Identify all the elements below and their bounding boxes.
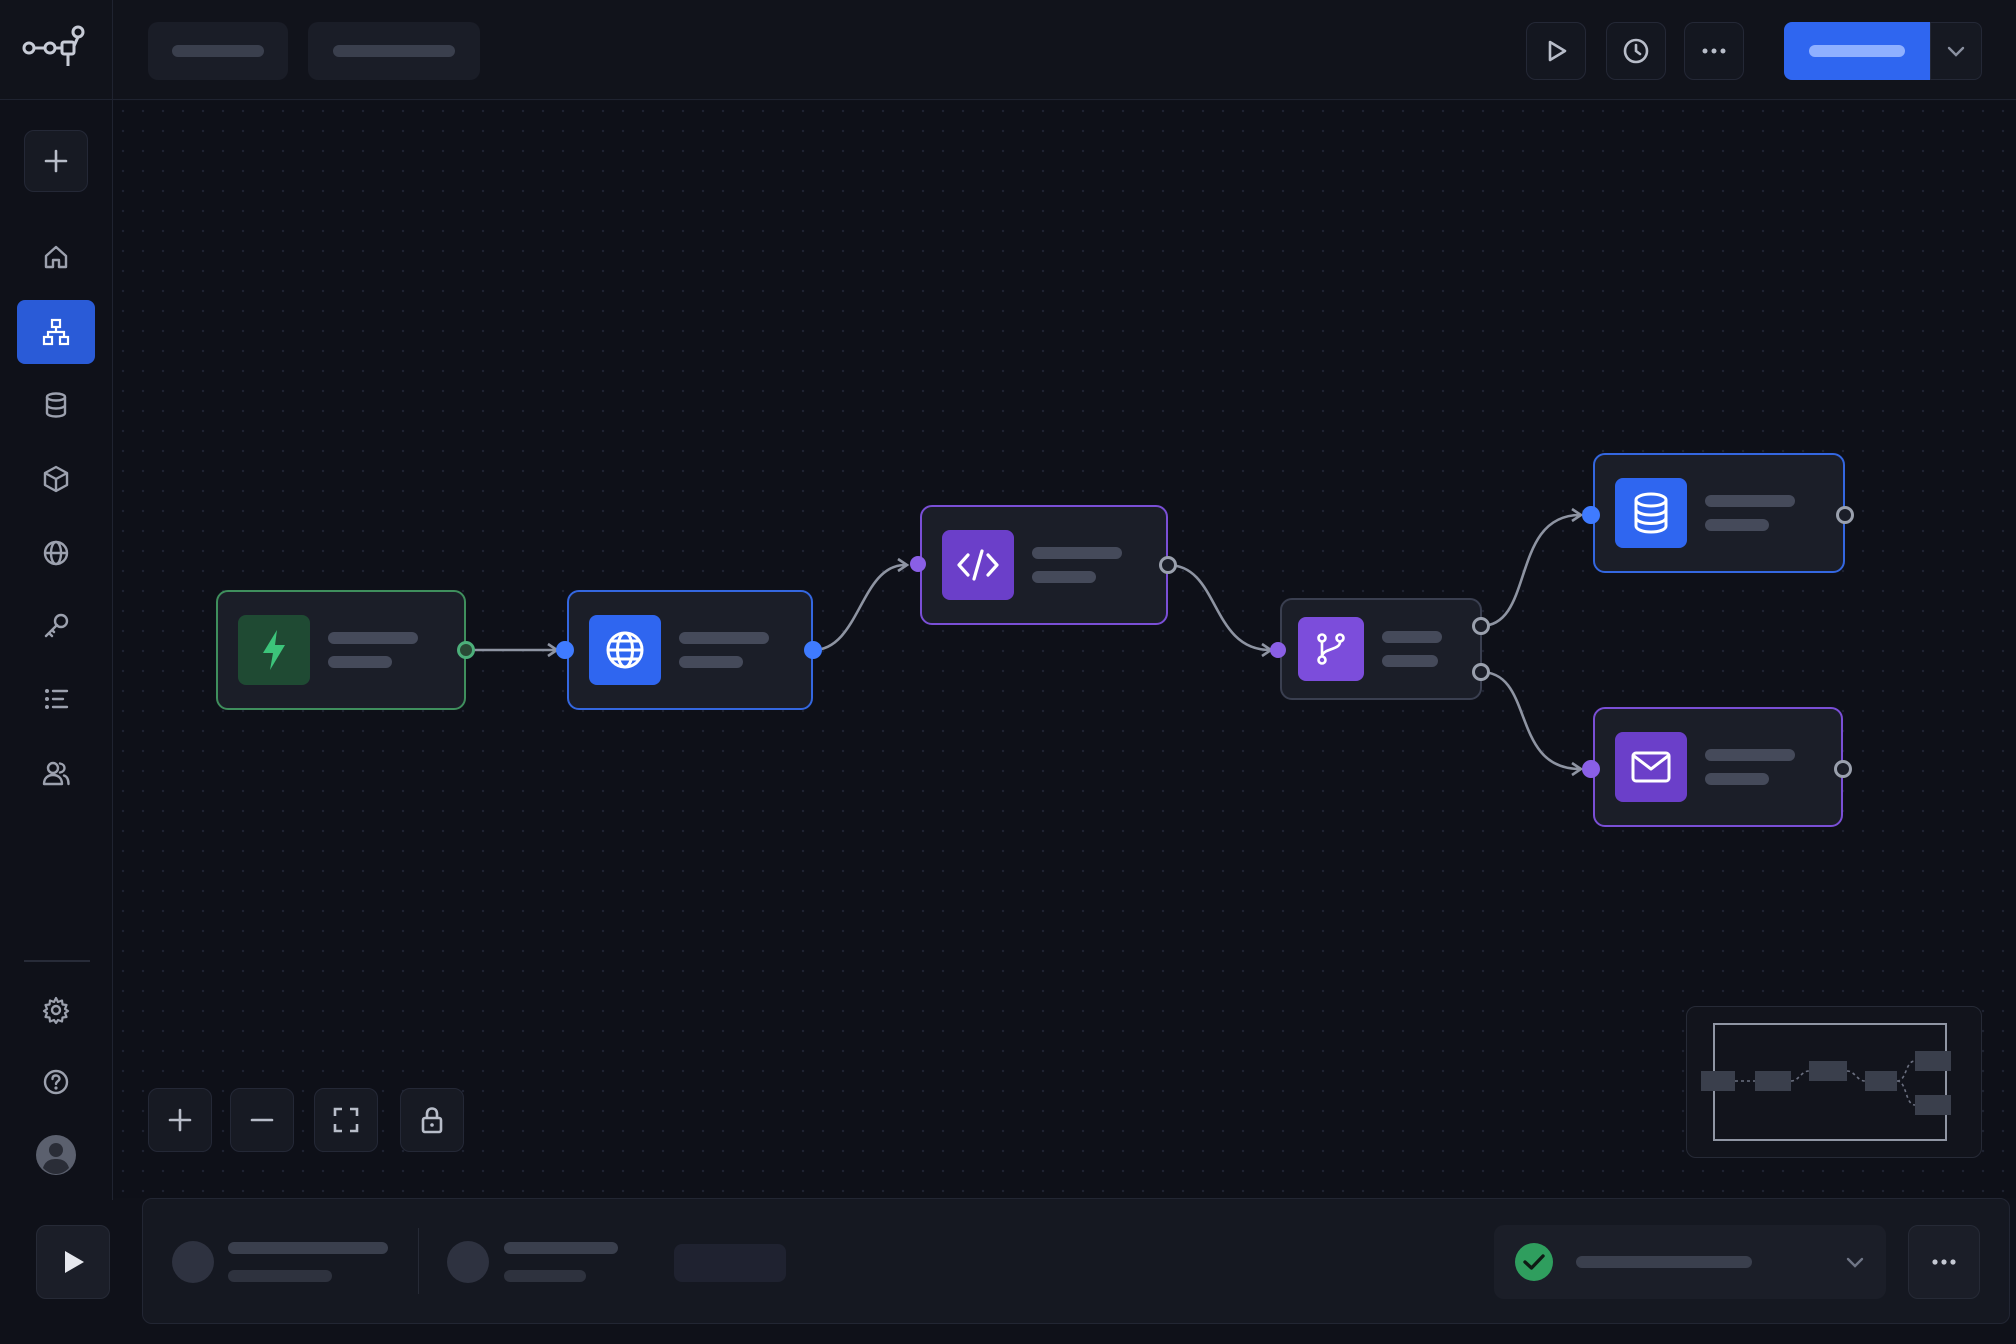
node-label-placeholder	[1705, 749, 1795, 785]
chevron-down-icon	[1846, 1257, 1864, 1268]
database-icon	[1634, 492, 1668, 534]
code-output-port[interactable]	[1159, 556, 1177, 574]
branch-output-port-true[interactable]	[1472, 617, 1490, 635]
status-label-placeholder	[1576, 1256, 1752, 1268]
code-node-icon-tile	[942, 530, 1014, 600]
http-node-icon-tile	[589, 615, 661, 685]
workflow-editor-app	[0, 0, 2016, 1344]
globe-icon	[606, 631, 644, 669]
lightning-bolt-icon	[263, 630, 285, 670]
git-branch-icon	[1317, 633, 1345, 665]
lock-canvas-button[interactable]	[400, 1088, 464, 1152]
execution-status-dropdown[interactable]	[1494, 1225, 1886, 1299]
node-database[interactable]	[1593, 453, 1845, 573]
email-input-port[interactable]	[1582, 760, 1600, 778]
execute-button[interactable]	[36, 1225, 110, 1299]
canvas-minimap[interactable]	[1686, 1006, 1982, 1158]
lock-icon	[421, 1107, 443, 1134]
execution-avatar-placeholder	[447, 1241, 489, 1283]
node-http-request[interactable]	[567, 590, 813, 710]
fit-view-button[interactable]	[314, 1088, 378, 1152]
http-input-port[interactable]	[556, 641, 574, 659]
node-label-placeholder	[1705, 495, 1795, 531]
mail-envelope-icon	[1631, 751, 1671, 783]
more-horizontal-icon	[1932, 1259, 1956, 1265]
http-output-port[interactable]	[804, 641, 822, 659]
node-email[interactable]	[1593, 707, 1843, 827]
email-output-port[interactable]	[1834, 760, 1852, 778]
zoom-in-plus-icon	[168, 1108, 192, 1132]
panel-more-button[interactable]	[1908, 1225, 1980, 1299]
branch-node-icon-tile	[1298, 617, 1364, 681]
play-icon	[65, 1251, 84, 1273]
branch-input-port[interactable]	[1270, 642, 1286, 658]
code-brackets-icon	[957, 549, 999, 581]
zoom-out-minus-icon	[250, 1118, 274, 1122]
node-trigger[interactable]	[216, 590, 466, 710]
node-label-placeholder	[1032, 547, 1122, 583]
node-branch[interactable]	[1280, 598, 1482, 700]
check-circle-icon	[1515, 1243, 1553, 1281]
execution-tag-placeholder	[674, 1244, 786, 1282]
zoom-in-button[interactable]	[148, 1088, 212, 1152]
execution-avatar-placeholder	[172, 1241, 214, 1283]
trigger-node-icon-tile	[238, 615, 310, 685]
code-input-port[interactable]	[910, 556, 926, 572]
execution-subtitle-placeholder	[504, 1270, 586, 1282]
node-code[interactable]	[920, 505, 1168, 625]
zoom-out-button[interactable]	[230, 1088, 294, 1152]
minimap-connections	[1735, 1060, 1916, 1106]
branch-output-port-false[interactable]	[1472, 663, 1490, 681]
database-node-icon-tile	[1615, 478, 1687, 548]
execution-title-placeholder	[228, 1242, 388, 1254]
database-output-port[interactable]	[1836, 506, 1854, 524]
node-label-placeholder	[679, 632, 769, 668]
node-label-placeholder	[328, 632, 418, 668]
email-node-icon-tile	[1615, 732, 1687, 802]
execution-title-placeholder	[504, 1242, 618, 1254]
execution-subtitle-placeholder	[228, 1270, 332, 1282]
fit-view-icon	[333, 1107, 359, 1133]
node-label-placeholder	[1382, 631, 1442, 667]
panel-divider	[418, 1228, 419, 1294]
trigger-output-port[interactable]	[457, 641, 475, 659]
database-input-port[interactable]	[1582, 506, 1600, 524]
